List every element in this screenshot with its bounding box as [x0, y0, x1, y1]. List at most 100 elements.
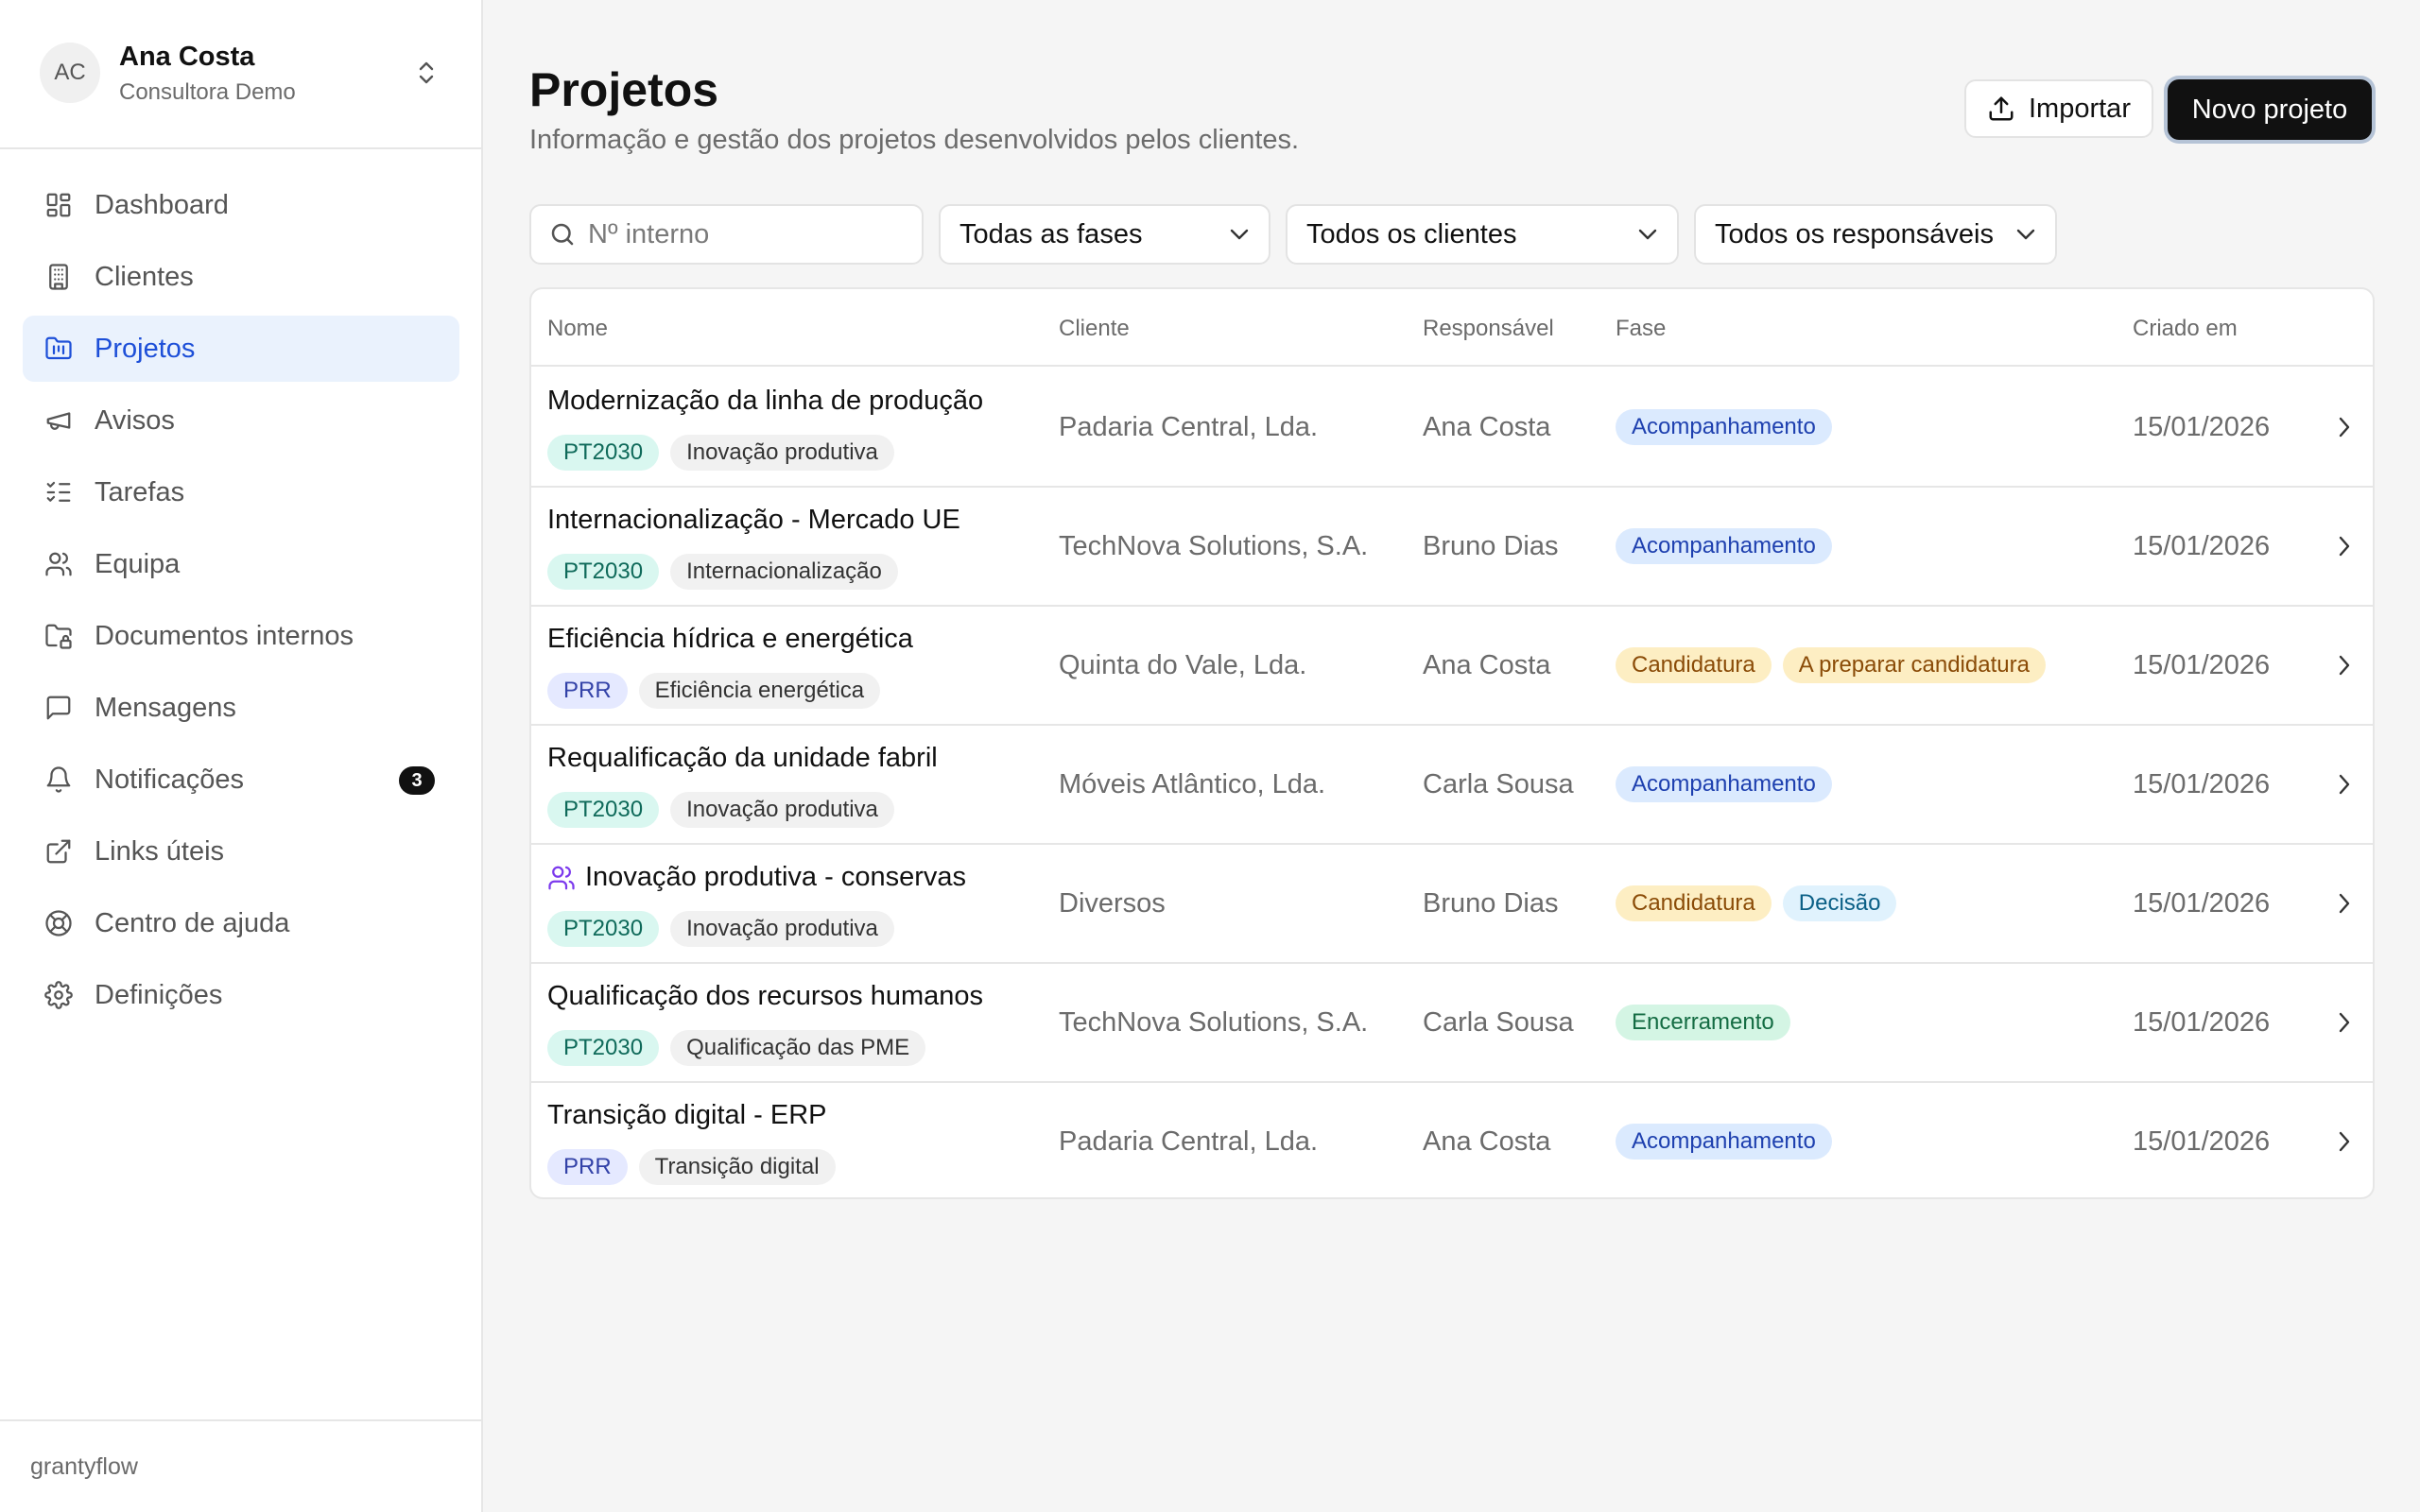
import-label: Importar — [2029, 93, 2131, 124]
project-phase: Candidatura A preparar candidatura — [1616, 647, 2057, 683]
project-name: Transição digital - ERP — [547, 1100, 826, 1131]
avatar: AC — [40, 43, 100, 103]
project-name: Inovação produtiva - conservas — [547, 862, 966, 893]
sidebar-item-avisos[interactable]: Avisos — [23, 387, 459, 454]
chevron-right-icon[interactable] — [2331, 771, 2358, 798]
sidebar-item-label: Definições — [95, 979, 223, 1010]
phase-badge: Encerramento — [1616, 1005, 1790, 1040]
sidebar-item-equipa[interactable]: Equipa — [23, 531, 459, 597]
table-row[interactable]: Requalificação da unidade fabril PT2030 In… — [531, 726, 2373, 845]
sidebar-item-label: Mensagens — [95, 692, 236, 723]
table-row[interactable]: Modernização da linha de produção PT2030 I… — [531, 369, 2373, 488]
sidebar-item-dashboard[interactable]: Dashboard — [23, 172, 459, 238]
project-phase: Acompanhamento — [1616, 766, 1843, 802]
column-header-owner[interactable]: Responsável — [1423, 316, 1554, 342]
project-client: Padaria Central, Lda. — [1059, 1126, 1319, 1157]
project-tags: PRR Eficiência energética — [547, 673, 891, 709]
checklist-icon — [43, 477, 74, 507]
phase-badge: Acompanhamento — [1616, 1124, 1832, 1160]
page-title: Projetos — [529, 63, 719, 116]
owner-filter-select[interactable]: Todos os responsáveis — [1694, 204, 2057, 265]
project-name: Modernização da linha de produção — [547, 386, 983, 417]
search-icon — [548, 220, 577, 249]
table-row[interactable]: Internacionalização - Mercado UE PT2030 In… — [531, 488, 2373, 607]
project-created-date: 15/01/2026 — [2133, 1126, 2271, 1157]
phase-badge: Acompanhamento — [1616, 409, 1832, 445]
folder-lock-icon — [43, 621, 74, 651]
column-header-name[interactable]: Nome — [547, 316, 608, 342]
project-client: Padaria Central, Lda. — [1059, 412, 1319, 442]
search-field[interactable] — [529, 204, 924, 265]
phase-filter-select[interactable]: Todas as fases — [939, 204, 1270, 265]
project-name: Eficiência hídrica e energética — [547, 624, 913, 655]
program-tag: PT2030 — [547, 792, 660, 828]
sidebar-item-label: Projetos — [95, 333, 196, 364]
program-tag: PT2030 — [547, 554, 660, 590]
page-subtitle: Informação e gestão dos projetos desenvo… — [529, 125, 1300, 155]
account-switcher[interactable]: AC Ana Costa Consultora Demo — [0, 0, 481, 149]
sidebar-item-tarefas[interactable]: Tarefas — [23, 459, 459, 525]
new-project-button[interactable]: Novo projeto — [2168, 79, 2372, 140]
client-filter-select[interactable]: Todos os clientes — [1286, 204, 1679, 265]
sidebar-item-label: Dashboard — [95, 189, 229, 220]
column-header-created[interactable]: Criado em — [2133, 316, 2238, 342]
sidebar-item-clientes[interactable]: Clientes — [23, 244, 459, 310]
project-owner: Ana Costa — [1423, 650, 1551, 680]
category-tag: Qualificação das PME — [670, 1030, 926, 1066]
project-name-text: Modernização da linha de produção — [547, 386, 984, 416]
project-owner: Bruno Dias — [1423, 531, 1559, 561]
project-owner: Carla Sousa — [1423, 1007, 1574, 1038]
program-tag: PT2030 — [547, 911, 660, 947]
project-name-text: Internacionalização - Mercado UE — [547, 505, 960, 535]
chevron-right-icon[interactable] — [2331, 1128, 2358, 1155]
project-created-date: 15/01/2026 — [2133, 888, 2271, 919]
chevrons-up-down-icon[interactable] — [410, 57, 442, 89]
project-client: Quinta do Vale, Lda. — [1059, 650, 1307, 680]
project-name: Internacionalização - Mercado UE — [547, 505, 960, 536]
table-row[interactable]: Eficiência hídrica e energética PRR Eficiê… — [531, 607, 2373, 726]
sidebar-item-label: Centro de ajuda — [95, 907, 290, 938]
search-input[interactable] — [588, 218, 909, 250]
column-header-phase[interactable]: Fase — [1616, 316, 1666, 342]
table-header: Nome Cliente Responsável Fase Criado em — [531, 289, 2373, 367]
gear-icon — [43, 980, 74, 1010]
column-header-client[interactable]: Cliente — [1059, 316, 1130, 342]
table-row[interactable]: Transição digital - ERP PRR Transição digi… — [531, 1083, 2373, 1197]
chevron-right-icon[interactable] — [2331, 414, 2358, 440]
phase-badge: Candidatura — [1616, 647, 1772, 683]
sidebar-item-notificacoes[interactable]: Notificações 3 — [23, 747, 459, 813]
chevron-right-icon[interactable] — [2331, 890, 2358, 917]
table-row[interactable]: Qualificação dos recursos humanos PT2030 Q… — [531, 964, 2373, 1083]
category-tag: Transição digital — [638, 1149, 836, 1185]
program-tag: PT2030 — [547, 1030, 660, 1066]
import-button[interactable]: Importar — [1964, 79, 2153, 138]
phase-badge: Decisão — [1782, 885, 1897, 921]
chevron-right-icon[interactable] — [2331, 652, 2358, 679]
project-tags: PT2030 Qualificação das PME — [547, 1030, 937, 1066]
sidebar-item-centro-de-ajuda[interactable]: Centro de ajuda — [23, 890, 459, 956]
sidebar-item-links-uteis[interactable]: Links úteis — [23, 818, 459, 885]
sidebar-item-documentos-internos[interactable]: Documentos internos — [23, 603, 459, 669]
sidebar-item-label: Notificações — [95, 764, 244, 795]
external-link-icon — [43, 836, 74, 867]
phase-badge: Acompanhamento — [1616, 528, 1832, 564]
chevron-right-icon[interactable] — [2331, 1009, 2358, 1036]
chevron-right-icon[interactable] — [2331, 533, 2358, 559]
project-created-date: 15/01/2026 — [2133, 1007, 2271, 1038]
account-name: Ana Costa — [119, 42, 255, 72]
project-client: Móveis Atlântico, Lda. — [1059, 769, 1326, 799]
project-client: TechNova Solutions, S.A. — [1059, 1007, 1369, 1038]
sidebar-item-mensagens[interactable]: Mensagens — [23, 675, 459, 741]
sidebar-item-projetos[interactable]: Projetos — [23, 316, 459, 382]
project-phase: Acompanhamento — [1616, 1124, 1843, 1160]
sidebar-nav: Dashboard Clientes Projetos Avisos Tarefas Eq… — [23, 172, 459, 1034]
sidebar: AC Ana Costa Consultora Demo Dashboard Cl… — [0, 0, 483, 1512]
sidebar-item-definicoes[interactable]: Definições — [23, 962, 459, 1028]
project-owner: Ana Costa — [1423, 412, 1551, 442]
table-row[interactable]: Inovação produtiva - conservas PT2030 Inov… — [531, 845, 2373, 964]
main-content: Projetos Informação e gestão dos projeto… — [485, 0, 2420, 1512]
project-owner: Carla Sousa — [1423, 769, 1574, 799]
project-client: Diversos — [1059, 888, 1166, 919]
project-created-date: 15/01/2026 — [2133, 769, 2271, 799]
chevron-down-icon — [1225, 228, 1253, 241]
